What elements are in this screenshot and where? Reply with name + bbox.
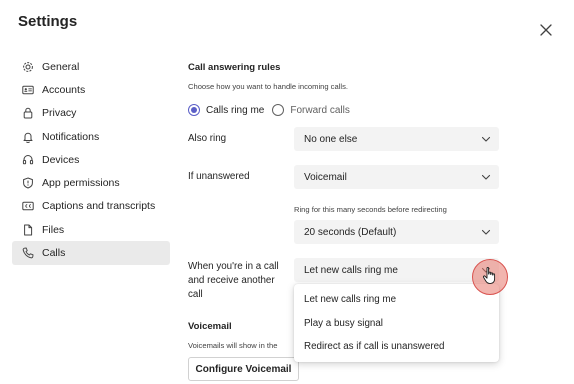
close-icon[interactable] <box>539 23 553 37</box>
sidebar-item-general[interactable]: General <box>12 55 170 78</box>
voicemail-heading: Voicemail <box>188 321 232 332</box>
sidebar-item-privacy[interactable]: Privacy <box>12 102 170 125</box>
phone-icon <box>22 247 34 259</box>
file-icon <box>22 224 34 236</box>
sidebar-item-app-permissions[interactable]: App permissions <box>12 171 170 194</box>
sidebar-item-calls[interactable]: Calls <box>12 241 170 265</box>
call-rules-description: Choose how you want to handle incoming c… <box>188 82 348 91</box>
call-mode-radio-group: Calls ring me Forward calls <box>188 104 350 116</box>
also-ring-value: No one else <box>304 133 358 145</box>
ring-seconds-value: 20 seconds (Default) <box>304 226 397 238</box>
sidebar-item-notifications[interactable]: Notifications <box>12 125 170 148</box>
call-rules-heading: Call answering rules <box>188 62 281 73</box>
calls-ring-me-radio[interactable] <box>188 104 200 116</box>
sidebar-item-captions[interactable]: Captions and transcripts <box>12 195 170 218</box>
sidebar-item-label: Accounts <box>42 83 86 96</box>
forward-calls-label[interactable]: Forward calls <box>290 105 349 116</box>
sidebar-item-devices[interactable]: Devices <box>12 148 170 171</box>
if-unanswered-label: If unanswered <box>188 171 250 182</box>
headset-icon <box>22 154 34 166</box>
sidebar-item-label: App permissions <box>42 177 120 190</box>
in-call-label-line-1: When you're in a call <box>188 261 279 272</box>
menu-item-redirect[interactable]: Redirect as if call is unanswered <box>294 335 499 359</box>
settings-sidebar: General Accounts Privacy Notifications D… <box>12 55 170 265</box>
forward-calls-radio[interactable] <box>272 104 285 116</box>
in-call-label-line-2: and receive another <box>188 275 275 286</box>
cc-icon <box>22 200 34 212</box>
settings-title: Settings <box>18 13 78 30</box>
menu-item-busy-signal[interactable]: Play a busy signal <box>294 312 499 336</box>
chevron-down-icon <box>481 227 491 237</box>
calls-ring-me-label[interactable]: Calls ring me <box>206 105 264 116</box>
configure-voicemail-button[interactable]: Configure Voicemail <box>188 357 299 381</box>
sidebar-item-label: Files <box>42 223 65 236</box>
in-call-dropdown[interactable]: Let new calls ring me <box>294 258 499 282</box>
lock-icon <box>22 107 34 119</box>
sidebar-item-accounts[interactable]: Accounts <box>12 78 170 101</box>
if-unanswered-dropdown[interactable]: Voicemail <box>294 165 499 189</box>
in-call-options-menu: Let new calls ring me Play a busy signal… <box>294 284 499 362</box>
sidebar-item-label: Notifications <box>42 130 100 143</box>
ring-seconds-dropdown[interactable]: 20 seconds (Default) <box>294 220 499 244</box>
sidebar-item-label: Captions and transcripts <box>42 200 156 213</box>
also-ring-label: Also ring <box>188 133 227 144</box>
id-card-icon <box>22 84 34 96</box>
ring-seconds-label: Ring for this many seconds before redire… <box>294 205 447 214</box>
sidebar-item-files[interactable]: Files <box>12 218 170 241</box>
bell-icon <box>22 131 34 143</box>
sidebar-item-label: Devices <box>42 153 80 166</box>
chevron-down-icon <box>481 134 491 144</box>
sidebar-item-label: Calls <box>42 247 66 260</box>
voicemail-description: Voicemails will show in the <box>188 341 278 350</box>
shield-icon <box>22 177 34 189</box>
also-ring-dropdown[interactable]: No one else <box>294 127 499 151</box>
menu-item-ring-me[interactable]: Let new calls ring me <box>294 288 499 312</box>
hand-cursor-icon <box>482 266 498 286</box>
gear-icon <box>22 61 34 73</box>
in-call-value: Let new calls ring me <box>304 264 398 276</box>
if-unanswered-value: Voicemail <box>304 171 347 183</box>
in-call-label-line-3: call <box>188 289 203 300</box>
sidebar-item-label: Privacy <box>42 107 77 120</box>
sidebar-item-label: General <box>42 60 80 73</box>
chevron-down-icon <box>481 172 491 182</box>
